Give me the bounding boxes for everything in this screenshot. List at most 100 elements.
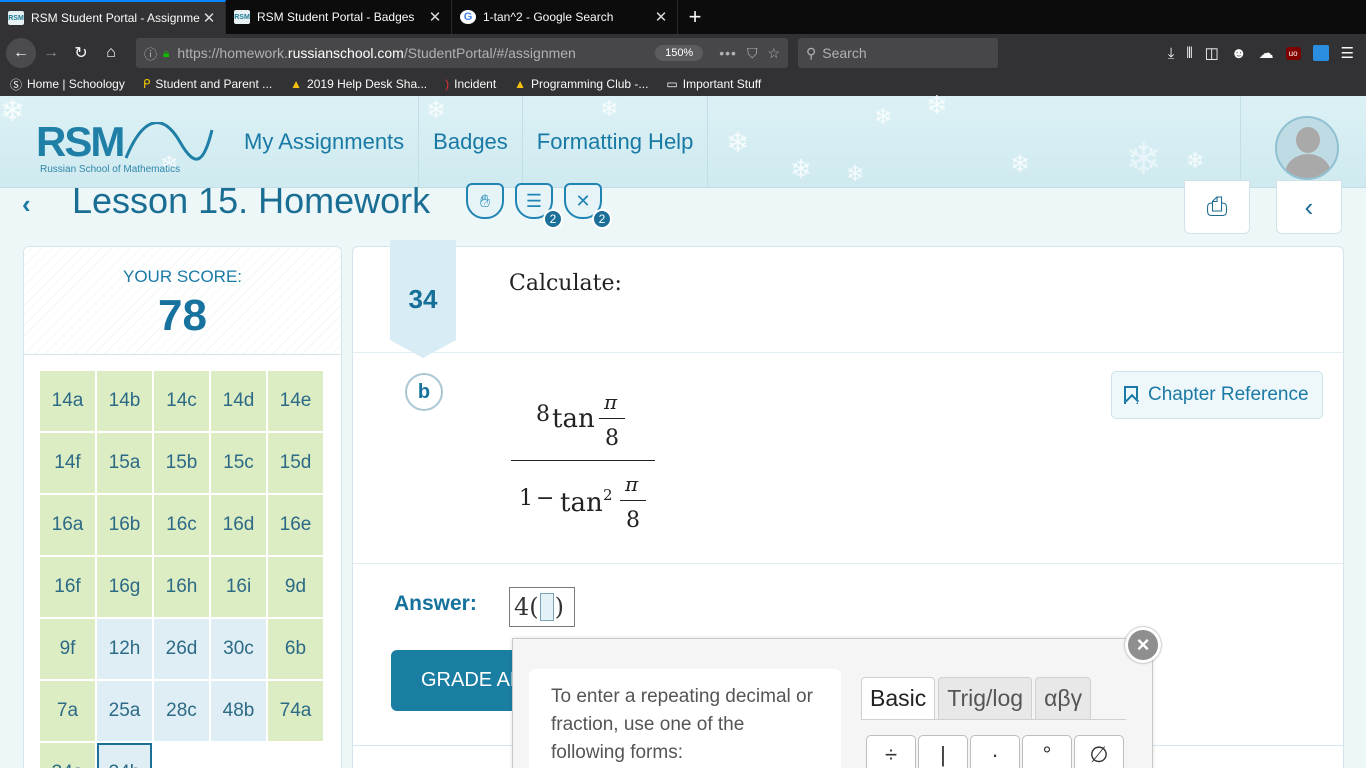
rsm-logo[interactable]: RSM Russian School of Mathematics	[36, 118, 216, 178]
star-icon[interactable]: ☆	[767, 45, 780, 62]
close-tab-icon[interactable]: ✕	[427, 8, 443, 26]
problem-cell[interactable]: 34b	[97, 743, 152, 768]
problem-cell[interactable]: 14c	[154, 371, 209, 431]
key-absolute[interactable]: |	[918, 735, 968, 768]
problem-cell[interactable]: 12h	[97, 619, 152, 679]
answer-input[interactable]: 4()	[509, 587, 575, 627]
pocket-icon[interactable]: ⛉	[747, 45, 758, 62]
collapse-button[interactable]: ‹	[1276, 180, 1342, 234]
url-bar[interactable]: ⓘ 🔒︎ https://homework. russianschool.com /…	[136, 38, 788, 68]
tab-trig-log[interactable]: Trig/log	[938, 677, 1033, 719]
key-empty-set[interactable]: ∅	[1074, 735, 1124, 768]
problem-cell[interactable]: 15b	[154, 433, 209, 493]
problem-cell[interactable]: 9f	[40, 619, 95, 679]
avatar-body	[1285, 154, 1331, 178]
problem-cell[interactable]: 16b	[97, 495, 152, 555]
mask-icon[interactable]: ☁	[1259, 44, 1274, 62]
denominator-exponent: 2	[603, 486, 613, 504]
problem-cell[interactable]: 16h	[154, 557, 209, 617]
print-button[interactable]: ⎙	[1184, 180, 1250, 234]
browser-tab-badges[interactable]: RSM RSM Student Portal - Badges ✕	[226, 0, 452, 34]
nav-my-assignments[interactable]: My Assignments	[230, 96, 420, 188]
problem-cell[interactable]: 14f	[40, 433, 95, 493]
drive-icon: ▲	[290, 77, 303, 91]
user-menu[interactable]	[1240, 96, 1366, 188]
bookmark-student-parent[interactable]: ᑭ Student and Parent ...	[143, 77, 272, 91]
zoom-indicator[interactable]: 150%	[655, 45, 704, 61]
problem-cell[interactable]: 16i	[211, 557, 266, 617]
bookmark-important-stuff[interactable]: ▭ Important Stuff	[666, 77, 761, 91]
problem-cell[interactable]: 48b	[211, 681, 266, 741]
problem-cell[interactable]: 14b	[97, 371, 152, 431]
avatar[interactable]	[1275, 116, 1339, 180]
forward-button[interactable]: →	[36, 38, 66, 68]
new-tab-button[interactable]: +	[678, 0, 712, 34]
problem-cell[interactable]: 26d	[154, 619, 209, 679]
bookmark-incident[interactable]: ) Incident	[445, 77, 496, 91]
problem-cell[interactable]: 16g	[97, 557, 152, 617]
chevron-left-icon[interactable]: ‹	[22, 189, 31, 220]
account-icon[interactable]: ☻	[1231, 45, 1247, 62]
bookmark-schoology[interactable]: Ⓢ Home | Schoology	[10, 76, 125, 93]
bookmark-programming-club[interactable]: ▲ Programming Club -...	[514, 77, 648, 91]
problem-cell[interactable]: 16d	[211, 495, 266, 555]
problem-cell[interactable]: 30c	[211, 619, 266, 679]
problem-cell[interactable]: 15a	[97, 433, 152, 493]
problem-cell[interactable]: 15c	[211, 433, 266, 493]
ublock-icon[interactable]: uo	[1285, 46, 1301, 60]
badge-tools[interactable]: ✕ 2	[564, 183, 612, 229]
extension-icon[interactable]	[1312, 45, 1329, 61]
page-actions-icon[interactable]: •••	[719, 45, 737, 61]
menu-icon[interactable]: ☰	[1341, 44, 1354, 62]
home-button[interactable]: ⌂	[96, 38, 126, 68]
bookmark-help-desk[interactable]: ▲ 2019 Help Desk Sha...	[290, 77, 427, 91]
back-button[interactable]: ←	[6, 38, 36, 68]
badge-homework[interactable]: ☰ 2	[515, 183, 563, 229]
tab-greek[interactable]: αβγ	[1035, 677, 1092, 719]
browser-nav-bar: ← → ↻ ⌂ ⓘ 🔒︎ https://homework. russiansch…	[0, 34, 1366, 72]
problem-cell[interactable]: 16c	[154, 495, 209, 555]
problem-instruction: Calculate:	[509, 271, 622, 296]
close-tab-icon[interactable]: ✕	[201, 9, 217, 27]
browser-tab-google[interactable]: G 1-tan^2 - Google Search ✕	[452, 0, 678, 34]
problem-cell[interactable]: 74a	[268, 681, 323, 741]
tab-basic[interactable]: Basic	[861, 677, 936, 719]
info-icon[interactable]: ⓘ	[144, 44, 157, 63]
inner-fraction-bar	[599, 418, 625, 419]
problem-cell[interactable]: 16f	[40, 557, 95, 617]
sidebar-icon[interactable]: ◫	[1205, 44, 1219, 62]
logo-subtitle: Russian School of Mathematics	[40, 164, 181, 175]
problem-cell[interactable]: 25a	[97, 681, 152, 741]
problem-cell[interactable]: 16a	[40, 495, 95, 555]
download-icon[interactable]: ⤓	[1168, 45, 1175, 62]
problem-cell[interactable]: 6b	[268, 619, 323, 679]
library-icon[interactable]: ⫴	[1186, 45, 1192, 62]
key-degree[interactable]: °	[1022, 735, 1072, 768]
snowflake-decoration: ❄	[1010, 151, 1031, 178]
problem-cell[interactable]: 14e	[268, 371, 323, 431]
problem-cell[interactable]: 9d	[268, 557, 323, 617]
problem-cell[interactable]: 7a	[40, 681, 95, 741]
bookmark-icon	[1124, 386, 1138, 404]
badge-participation[interactable]: ✋︎	[466, 183, 504, 219]
denominator-minus: −	[536, 486, 555, 511]
key-divide[interactable]: ÷	[866, 735, 916, 768]
close-keyboard-button[interactable]: ×	[1125, 627, 1161, 663]
problem-cell[interactable]: 14a	[40, 371, 95, 431]
problem-cell[interactable]: 16e	[268, 495, 323, 555]
keyboard-keys: ÷ | · ° ∅	[866, 735, 1124, 768]
chapter-reference-button[interactable]: Chapter Reference	[1111, 371, 1323, 419]
problem-cell[interactable]: 34a	[40, 743, 95, 768]
search-input[interactable]: ⚲ Search	[798, 38, 998, 68]
nav-badges[interactable]: Badges	[419, 96, 523, 188]
nav-formatting-help[interactable]: Formatting Help	[523, 96, 709, 188]
problem-cell[interactable]: 14d	[211, 371, 266, 431]
problem-cell[interactable]: 15d	[268, 433, 323, 493]
browser-tab-assignments[interactable]: RSM RSM Student Portal - Assignme ✕	[0, 0, 226, 34]
close-tab-icon[interactable]: ✕	[653, 8, 669, 26]
problem-grid: 14a 14b 14c 14d 14e 14f 15a 15b 15c 15d 16a 16b 16c 1…	[40, 371, 323, 768]
problem-cell[interactable]: 28c	[154, 681, 209, 741]
reload-button[interactable]: ↻	[66, 38, 96, 68]
cursor-slot[interactable]	[539, 593, 554, 621]
key-dot[interactable]: ·	[970, 735, 1020, 768]
